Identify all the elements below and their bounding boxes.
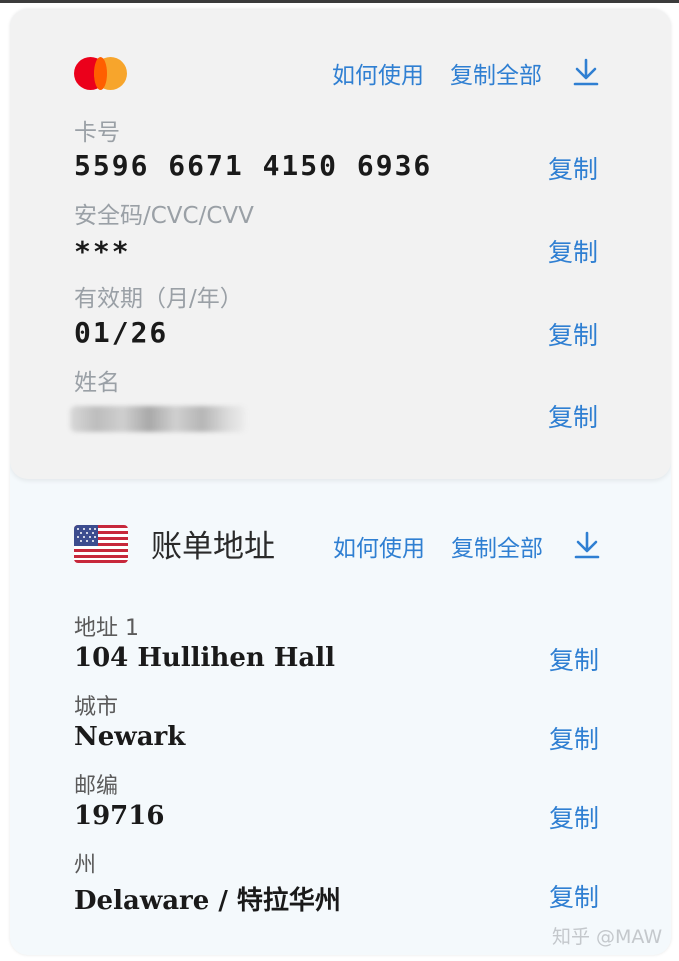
copy-address1-button[interactable]: 复制 — [549, 641, 599, 677]
copy-city-button[interactable]: 复制 — [549, 720, 599, 756]
postal-code-value: 19716 — [74, 801, 165, 831]
card-download-icon[interactable] — [571, 57, 601, 87]
copy-postal-code-button[interactable]: 复制 — [549, 799, 599, 835]
card-number-label: 卡号 — [74, 120, 120, 146]
us-flag-icon — [74, 525, 128, 563]
state-value: Delaware / 特拉华州 — [74, 886, 341, 916]
card-how-to-use-link[interactable]: 如何使用 — [332, 56, 424, 90]
billing-download-icon[interactable] — [572, 530, 602, 560]
copy-cvv-button[interactable]: 复制 — [548, 233, 598, 269]
name-label: 姓名 — [74, 370, 120, 396]
billing-address-title: 账单地址 — [151, 529, 275, 565]
top-edge-bar — [0, 0, 679, 3]
mastercard-logo-icon — [74, 57, 130, 91]
copy-card-number-button[interactable]: 复制 — [548, 150, 598, 186]
zhihu-watermark: 知乎 @MAW — [552, 926, 663, 948]
state-label: 州 — [74, 853, 97, 878]
card-details-section: 如何使用 复制全部 卡号 5596 6671 4150 6936 复制 安全码/… — [10, 9, 671, 479]
virtual-card-panel: 如何使用 复制全部 卡号 5596 6671 4150 6936 复制 安全码/… — [10, 9, 671, 955]
postal-code-label: 邮编 — [74, 774, 119, 799]
copy-name-button[interactable]: 复制 — [548, 398, 598, 434]
address1-label: 地址 1 — [74, 616, 139, 641]
copy-state-button[interactable]: 复制 — [549, 878, 599, 914]
copy-expiry-button[interactable]: 复制 — [548, 316, 598, 352]
city-label: 城市 — [74, 695, 119, 720]
billing-copy-all-button[interactable]: 复制全部 — [451, 529, 543, 563]
expiry-label: 有效期（月/年） — [74, 286, 243, 312]
billing-how-to-use-link[interactable]: 如何使用 — [333, 529, 425, 563]
cvv-value: *** — [74, 235, 131, 268]
address1-value: 104 Hullihen Hall — [74, 643, 335, 673]
card-copy-all-button[interactable]: 复制全部 — [450, 56, 542, 90]
expiry-value: 01/26 — [74, 316, 169, 349]
city-value: Newark — [74, 722, 186, 752]
card-number-value: 5596 6671 4150 6936 — [74, 149, 433, 182]
name-value-redacted — [70, 406, 246, 432]
cvv-label: 安全码/CVC/CVV — [74, 203, 254, 229]
